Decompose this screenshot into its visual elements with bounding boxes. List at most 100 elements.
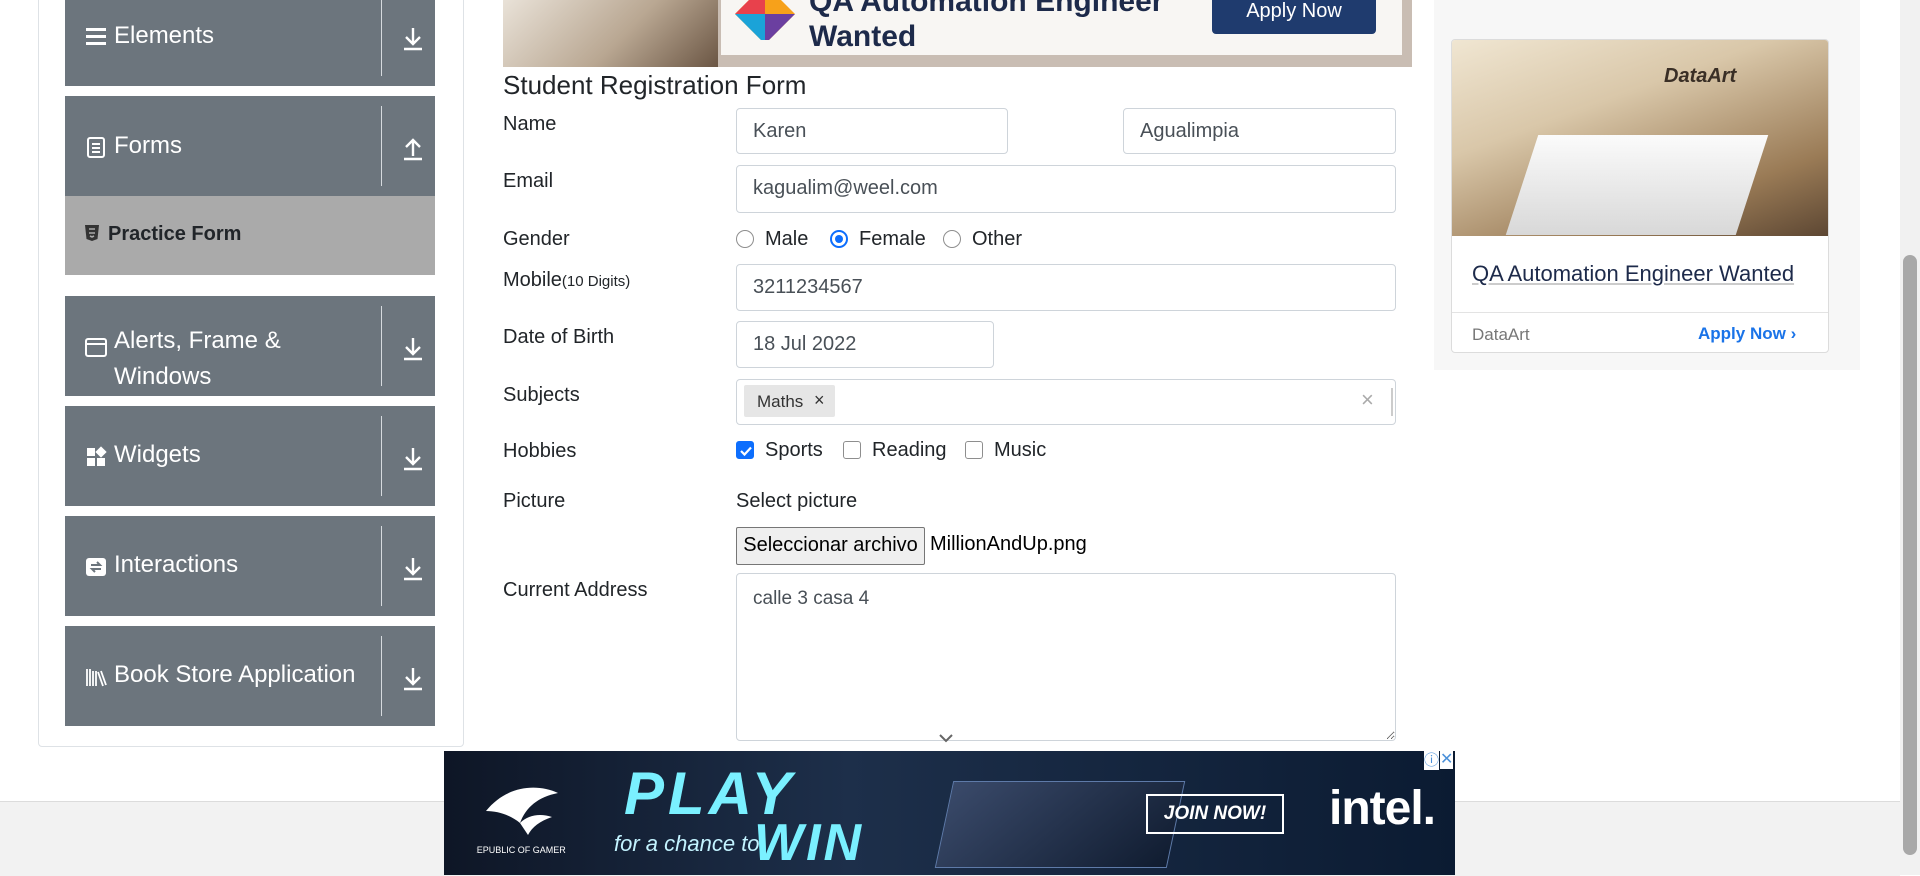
remove-chip-icon[interactable]: × — [814, 390, 825, 411]
radio-label[interactable]: Male — [765, 227, 808, 251]
sidebar-group-label: Alerts, Frame & Windows — [114, 327, 281, 390]
ad-close-icon[interactable]: ✕ — [1440, 751, 1454, 769]
divider — [381, 636, 382, 716]
radio-label[interactable]: Female — [859, 227, 926, 251]
picture-label: Picture — [503, 490, 566, 512]
ad-card: QA Automation Engineer Wanted Apply Now — [721, 0, 1402, 55]
checkbox[interactable] — [843, 441, 861, 459]
join-now-button[interactable]: JOIN NOW! — [1146, 794, 1284, 834]
divider — [381, 0, 382, 76]
checkmark-icon — [740, 446, 752, 457]
ad-chance-text: for a chance to — [614, 831, 760, 856]
hobbies-label: Hobbies — [503, 440, 577, 462]
ad-headline: QA Automation Engineer Wanted — [809, 0, 1164, 53]
widgets-icon — [87, 446, 107, 466]
form-icon — [87, 137, 105, 158]
window-icon — [85, 338, 107, 357]
intel-logo: intel. — [1329, 782, 1436, 835]
sidebar-group-forms[interactable]: Forms — [65, 96, 435, 196]
mobile-input[interactable]: 3211234567 — [736, 264, 1396, 311]
radio-label[interactable]: Other — [972, 227, 1022, 251]
clear-icon[interactable]: × — [1361, 387, 1374, 413]
ad-brand-logo: DataArt — [1664, 65, 1737, 87]
sidebar-group-alerts[interactable]: Alerts, Frame & Windows — [65, 296, 435, 396]
download-arrow-icon[interactable] — [401, 446, 425, 472]
ad-card: DataArt QA Automation Engineer Wanted Da… — [1451, 39, 1829, 353]
gender-label: Gender — [503, 228, 570, 250]
checkbox[interactable] — [965, 441, 983, 459]
sidebar-item-practice-form[interactable]: Practice Form — [65, 196, 435, 275]
html5-icon — [85, 225, 99, 241]
current-address-label: Current Address — [503, 579, 648, 601]
dob-label: Date of Birth — [503, 326, 615, 348]
divider — [381, 306, 382, 386]
interactions-icon — [86, 558, 106, 576]
rog-text: REPUBLIC OF GAMERS — [476, 845, 566, 855]
current-address-textarea[interactable]: calle 3 casa 4 — [736, 573, 1396, 741]
input-separator — [1391, 388, 1393, 416]
top-advertisement[interactable]: QA Automation Engineer Wanted Apply Now — [503, 0, 1412, 67]
menu-icon — [86, 28, 106, 45]
upload-arrow-icon[interactable] — [401, 136, 425, 162]
email-input[interactable]: kagualim@weel.com — [736, 165, 1396, 213]
divider — [381, 106, 382, 186]
sidebar-group-label: Elements — [114, 22, 215, 49]
download-arrow-icon[interactable] — [401, 336, 425, 362]
chevron-right-icon: › — [1790, 324, 1797, 343]
checkbox-checked[interactable] — [736, 441, 754, 459]
chevron-down-icon[interactable] — [938, 733, 954, 743]
date-of-birth-input[interactable]: 18 Jul 2022 — [736, 321, 994, 368]
checkbox-label[interactable]: Reading — [872, 438, 947, 462]
apply-now-button[interactable]: Apply Now — [1212, 0, 1376, 34]
radio-circle[interactable] — [943, 230, 961, 248]
sidebar-group-label: Book Store Application — [114, 661, 356, 688]
mobile-hint: (10 Digits) — [561, 273, 631, 290]
office-photo: DataArt — [1452, 40, 1828, 236]
bottom-advertisement[interactable]: REPUBLIC OF GAMERS PLAY for a chance to … — [444, 751, 1455, 875]
download-arrow-icon[interactable] — [401, 666, 425, 692]
mobile-label-text: Mobile — [503, 269, 562, 291]
sidebar-item-label: Practice Form — [108, 223, 242, 245]
ad-headline[interactable]: QA Automation Engineer Wanted — [1472, 261, 1794, 287]
subject-chip: Maths × — [744, 385, 835, 417]
checkbox-label[interactable]: Sports — [765, 438, 823, 462]
last-name-input[interactable]: Agualimpia — [1123, 108, 1396, 154]
subjects-input[interactable] — [736, 379, 1396, 425]
divider — [381, 416, 382, 496]
divider — [381, 526, 382, 606]
ad-apply-label: Apply Now — [1698, 324, 1786, 343]
brand-logo-icon — [735, 0, 795, 40]
file-name: MillionAndUp.png — [930, 533, 1087, 555]
first-name-input[interactable]: Karen — [736, 108, 1008, 154]
reception-desk-shape — [1505, 135, 1769, 235]
choose-file-button[interactable]: Seleccionar archivo — [736, 527, 925, 565]
sidebar-group-book-store[interactable]: Book Store Application — [65, 626, 435, 726]
checkbox-label[interactable]: Music — [994, 438, 1046, 462]
scrollbar-thumb[interactable] — [1903, 255, 1917, 855]
sidebar-group-label: Interactions — [114, 551, 239, 578]
mobile-label: Mobile(10 Digits) — [503, 268, 630, 294]
form-title: Student Registration Form — [503, 70, 807, 100]
download-arrow-icon[interactable] — [401, 26, 425, 52]
right-advertisement[interactable]: ⓘ ✕ DataArt QA Automation Engineer Wante… — [1434, 0, 1860, 370]
ad-apply-link[interactable]: Apply Now › — [1698, 324, 1796, 344]
page-scrollbar[interactable] — [1900, 0, 1920, 875]
ad-win-text: WIN — [754, 814, 865, 872]
sidebar-group-label: Forms — [114, 132, 182, 159]
ad-footer: DataArt Apply Now › — [1452, 312, 1828, 352]
subjects-label: Subjects — [503, 384, 580, 406]
sidebar-group-elements[interactable]: Elements — [65, 0, 435, 86]
sidebar-group-widgets[interactable]: Widgets — [65, 406, 435, 506]
email-label: Email — [503, 170, 554, 192]
download-arrow-icon[interactable] — [401, 556, 425, 582]
ad-info-icon[interactable]: ⓘ — [1424, 751, 1440, 770]
sidebar-group-label: Widgets — [114, 441, 201, 468]
select-picture-label: Select picture — [736, 490, 858, 512]
sidebar-group-interactions[interactable]: Interactions — [65, 516, 435, 616]
books-icon — [86, 669, 107, 687]
radio-circle[interactable] — [736, 230, 754, 248]
subject-chip-label: Maths — [757, 392, 804, 411]
office-photo — [503, 0, 718, 67]
rog-logo-icon: REPUBLIC OF GAMERS — [476, 787, 566, 855]
radio-circle-selected[interactable] — [830, 230, 848, 248]
